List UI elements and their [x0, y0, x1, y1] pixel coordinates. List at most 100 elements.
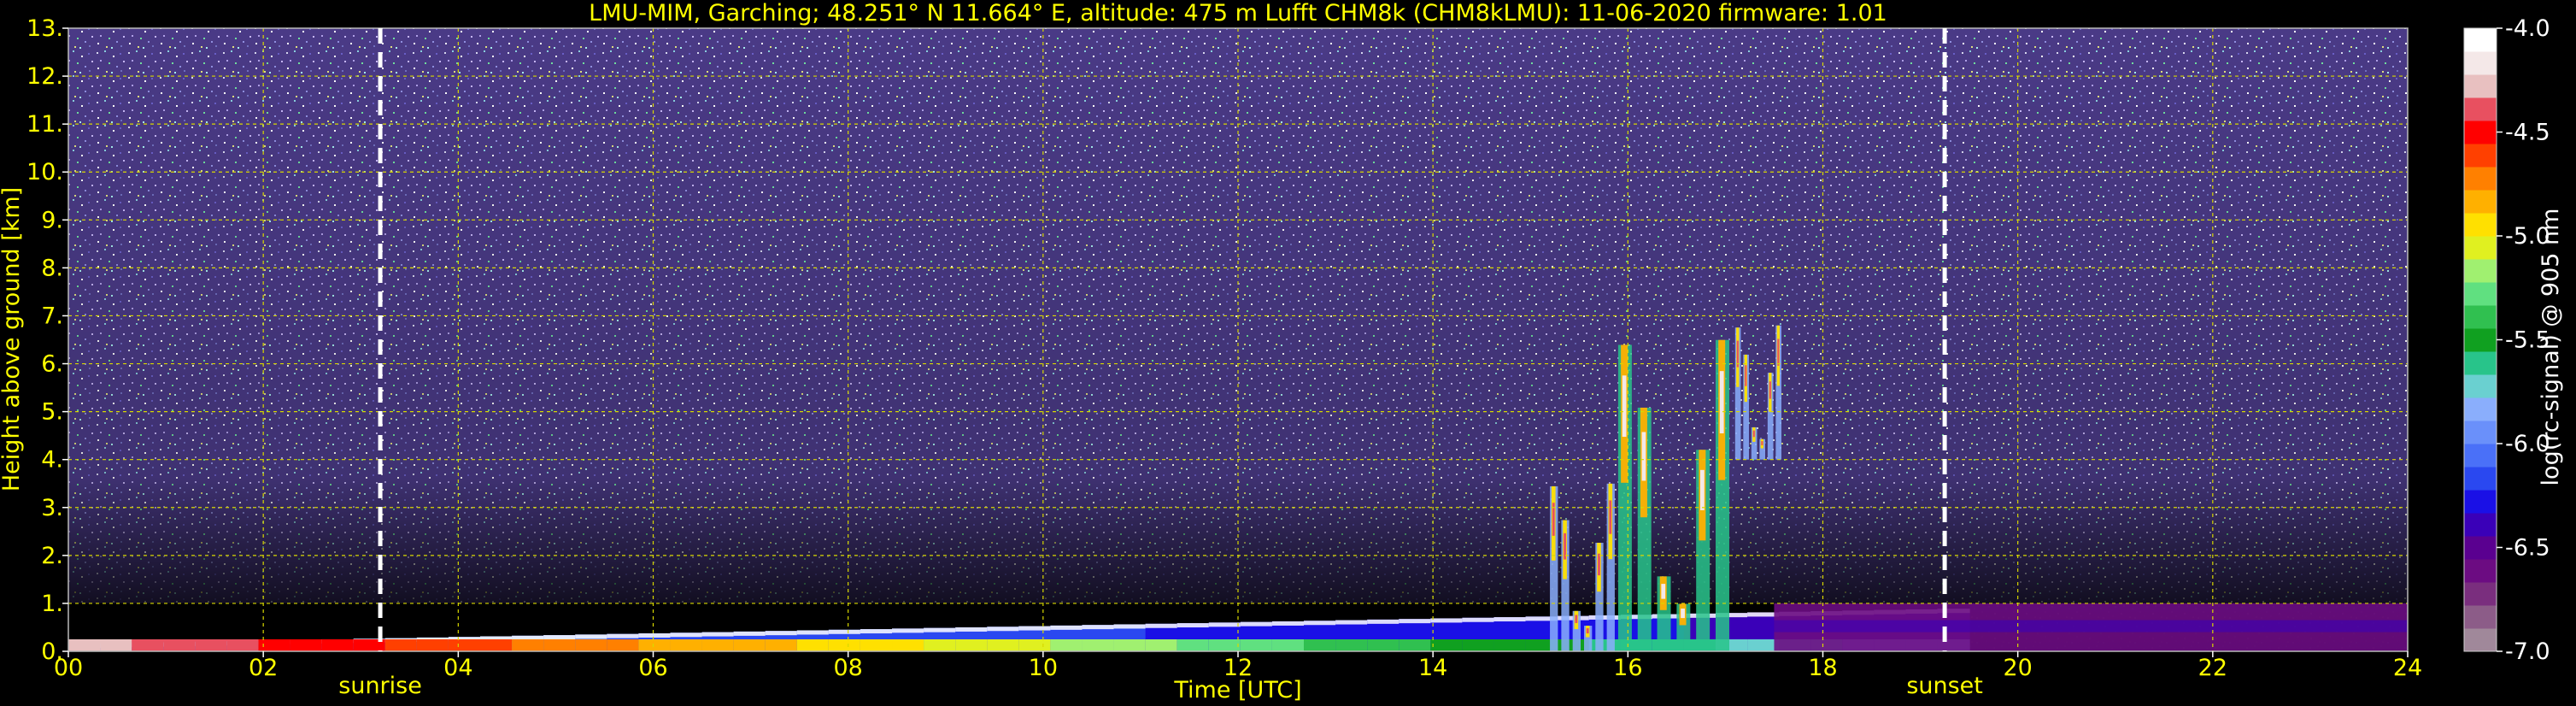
ceilometer-chart: sunrise sunset 00 02 04 06 08 10 12 14 16 18 20 22 24… — [0, 0, 2564, 703]
feature-peak — [1752, 430, 1755, 438]
colorbar-swatch — [2464, 351, 2497, 375]
feature-base — [701, 639, 735, 651]
colorbar-swatch — [2464, 144, 2497, 168]
feature-peak — [1598, 553, 1600, 576]
feature-edge — [1367, 619, 1400, 624]
colorbar-swatch — [2464, 490, 2497, 514]
x-tick-label: 22 — [2198, 655, 2227, 681]
feature-edge — [924, 627, 957, 632]
y-tick-label: 10. — [26, 159, 63, 185]
y-axis-label: Height above ground [km] — [0, 187, 25, 491]
feature-edge — [1082, 625, 1115, 630]
colorbar-swatch — [2464, 28, 2497, 52]
feature-edge — [1588, 615, 1622, 620]
feature-edge — [796, 630, 830, 635]
y-tick-label: 2. — [41, 543, 63, 569]
chart-title: LMU-MIM, Garching; 48.251° N 11.664° E, … — [589, 0, 1887, 26]
feature-base — [1177, 639, 1210, 651]
feature-edge — [1399, 619, 1432, 624]
colorbar-swatch — [2464, 397, 2497, 421]
feature-base — [68, 639, 102, 651]
feature-edge — [1271, 621, 1306, 626]
feature-edge — [638, 632, 672, 638]
feature-peak — [1622, 375, 1627, 438]
colorbar-tick-label: -4.0 — [2505, 15, 2550, 42]
y-tick-label: 1. — [41, 591, 63, 617]
feature-edge — [1145, 623, 1178, 628]
feature-base — [1430, 639, 1464, 651]
feature-base — [321, 639, 355, 651]
colorbar-swatch — [2464, 97, 2497, 121]
colorbar-swatch — [2464, 374, 2497, 398]
feature-base — [1399, 639, 1432, 651]
feature-base — [1240, 639, 1273, 651]
feature-peak — [1641, 432, 1646, 481]
y-tick-label: 9. — [41, 207, 63, 233]
feature-peak — [1681, 608, 1685, 619]
y-tick-label: 12. — [26, 63, 63, 90]
feature-residual-layer — [1774, 603, 2408, 651]
feature-base — [1588, 639, 1622, 651]
marker-label-sunrise: sunrise — [338, 673, 422, 699]
colorbar-swatch — [2464, 305, 2497, 329]
feature-peak — [1745, 365, 1747, 386]
feature-edge — [828, 629, 861, 634]
feature-base — [955, 639, 989, 651]
feature-edge — [701, 632, 735, 637]
colorbar-swatch — [2464, 628, 2497, 652]
colorbar-swatch — [2464, 167, 2497, 191]
feature-base — [1367, 639, 1400, 651]
feature-base — [607, 639, 640, 651]
feature-edge — [1113, 624, 1147, 629]
feature-base — [1271, 639, 1306, 651]
feature-base — [290, 639, 323, 651]
feature-base — [1304, 639, 1337, 651]
colorbar-swatch — [2464, 259, 2497, 283]
feature-edge — [607, 633, 640, 638]
x-tick-label: 20 — [2003, 655, 2032, 681]
feature-base — [480, 639, 513, 651]
y-tick-label: 0. — [41, 638, 63, 665]
feature-base — [1145, 639, 1178, 651]
feature-base — [226, 639, 260, 651]
colorbar-tick-label: -6.5 — [2505, 535, 2550, 562]
feature-base — [100, 639, 133, 651]
feature-edge — [1493, 617, 1527, 622]
colorbar-swatch — [2464, 121, 2497, 144]
y-tick-label: 5. — [41, 399, 63, 426]
colorbar-swatch — [2464, 536, 2497, 560]
feature-peak — [1609, 500, 1612, 534]
feature-base — [1018, 639, 1052, 651]
feature-peak — [1586, 628, 1589, 634]
x-tick-label: 08 — [833, 655, 862, 681]
feature-edge — [860, 629, 894, 634]
feature-base — [132, 639, 165, 651]
feature-sub-band — [1774, 620, 2408, 632]
feature-base — [987, 639, 1020, 651]
y-tick-label: 3. — [41, 495, 63, 521]
marker-label-sunset: sunset — [1906, 673, 1983, 699]
feature-base — [765, 639, 798, 651]
colorbar-swatch — [2464, 513, 2497, 537]
colorbar-swatch — [2464, 421, 2497, 444]
feature-base — [1462, 639, 1495, 651]
feature-base — [448, 639, 482, 651]
colorbar-swatch — [2464, 51, 2497, 75]
x-tick-label: 10 — [1029, 655, 1058, 681]
x-tick-label: 14 — [1418, 655, 1447, 681]
feature-base — [1335, 639, 1369, 651]
feature-edge — [892, 628, 925, 633]
feature-peak — [1699, 469, 1705, 510]
feature-peak — [1769, 381, 1771, 399]
colorbar-swatch — [2464, 605, 2497, 629]
y-tick-label: 6. — [41, 351, 63, 378]
feature-base — [1113, 639, 1147, 651]
colorbar-label: log(rc-signal) @ 905 nm — [2538, 209, 2564, 486]
y-tick-label: 4. — [41, 447, 63, 474]
colorbar-swatch — [2464, 236, 2497, 260]
x-tick-label: 02 — [249, 655, 278, 681]
feature-edge — [543, 635, 577, 640]
feature-edge — [1177, 623, 1210, 628]
feature-base — [924, 639, 957, 651]
feature-peak — [1777, 338, 1780, 366]
